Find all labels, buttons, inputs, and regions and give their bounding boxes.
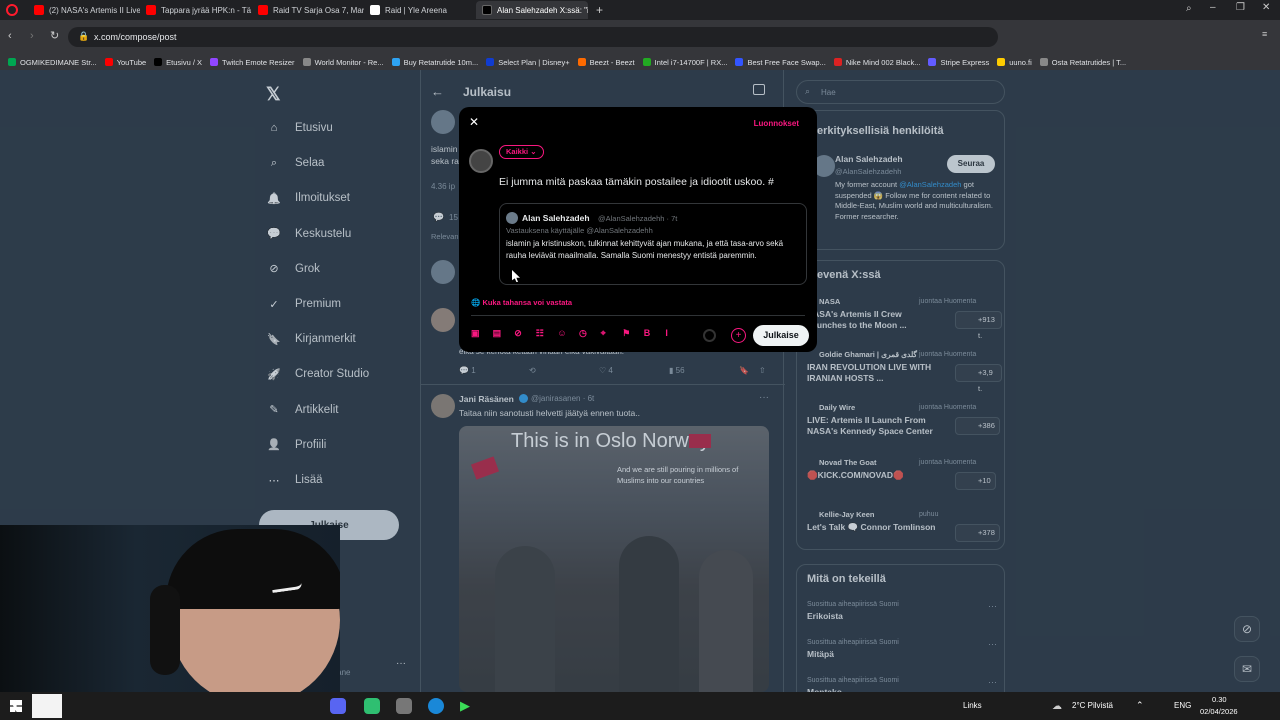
youtube-icon xyxy=(146,5,156,15)
bookmark-favicon-icon xyxy=(104,58,113,66)
webcam-headphones xyxy=(150,585,180,675)
bookmark-favicon-icon xyxy=(833,58,842,66)
back-icon[interactable]: ‹ xyxy=(8,30,12,42)
audience-selector[interactable]: Kaikki ⌄ xyxy=(499,145,544,159)
clock-time[interactable]: 0.30 xyxy=(1212,695,1227,704)
tab-3[interactable]: Raid | Yle Areena xyxy=(364,1,476,19)
reply-setting[interactable]: 🌐 Kuka tahansa voi vastata xyxy=(471,298,572,307)
language-indicator[interactable]: ENG xyxy=(1174,701,1191,710)
compose-modal: ✕ Luonnokset Kaikki ⌄ Ei jumma mitä pask… xyxy=(459,107,817,352)
submit-post-button[interactable]: Julkaise xyxy=(753,325,809,346)
forward-icon[interactable]: › xyxy=(30,30,34,42)
bookmark-item[interactable]: YouTube xyxy=(104,58,146,67)
bookmark-item[interactable]: OGMIKEDIMANE Str... xyxy=(8,58,97,67)
bookmark-item[interactable]: World Monitor - Re... xyxy=(302,58,384,67)
bookmark-favicon-icon xyxy=(642,58,651,66)
bookmark-favicon-icon xyxy=(154,58,163,66)
browser-search-icon[interactable]: ⌕ xyxy=(1186,3,1192,14)
weather-icon: ☁ xyxy=(1052,701,1062,712)
quoted-handle: @AlanSalehzadehh · 7t xyxy=(598,214,678,223)
bookmarks-bar: OGMIKEDIMANE Str... YouTube Etusivu / X Twi… xyxy=(0,54,1280,70)
app-icon[interactable] xyxy=(364,698,380,714)
url-input[interactable]: 🔒 x.com/compose/post xyxy=(68,27,998,47)
bookmark-item[interactable]: Stripe Express xyxy=(928,58,989,67)
x-logo-icon xyxy=(482,5,492,15)
reload-icon[interactable]: ↻ xyxy=(50,29,59,42)
youtube-icon xyxy=(34,5,44,15)
quoted-text: islamin ja kristinuskon, tulkinnat kehit… xyxy=(506,239,784,260)
windows-taskbar: ▶ Links ☁ 2°C Pilvistä ⌃ ENG 0.30 02/04/… xyxy=(0,692,1280,720)
char-progress-icon xyxy=(703,329,716,342)
bookmark-item[interactable]: Best Free Face Swap... xyxy=(735,58,826,67)
close-icon[interactable]: ✕ xyxy=(469,115,479,129)
app-icon[interactable] xyxy=(396,698,412,714)
youtube-icon xyxy=(258,5,268,15)
italic-icon[interactable]: I xyxy=(665,328,668,338)
bookmark-item[interactable]: Beezt - Beezt xyxy=(577,58,635,67)
webcam-overlay xyxy=(0,525,340,692)
drafts-button[interactable]: Luonnokset xyxy=(754,119,799,128)
links-toolbar[interactable]: Links xyxy=(963,701,982,710)
location-icon[interactable]: ⌖ xyxy=(601,328,606,339)
minimize-icon[interactable]: – xyxy=(1210,2,1216,13)
globe-icon: 🌐 xyxy=(471,298,481,307)
schedule-icon[interactable]: ◷ xyxy=(579,328,587,339)
bookmark-item[interactable]: Select Plan | Disney+ xyxy=(486,58,570,67)
bookmark-item[interactable]: Buy Retatrutide 10m... xyxy=(391,58,478,67)
new-tab-icon[interactable]: + xyxy=(596,3,603,17)
gif-icon[interactable]: ▤ xyxy=(493,328,502,339)
emoji-icon[interactable]: ☺ xyxy=(557,328,566,338)
bookmark-favicon-icon xyxy=(577,58,586,66)
bookmark-favicon-icon xyxy=(391,58,400,66)
divider xyxy=(471,315,805,316)
bookmark-favicon-icon xyxy=(1039,58,1048,66)
bookmark-favicon-icon xyxy=(997,58,1006,66)
clock-date[interactable]: 02/04/2026 xyxy=(1200,707,1238,716)
flag-icon[interactable]: ⚑ xyxy=(622,328,630,339)
avatar xyxy=(506,212,518,224)
chevron-down-icon: ⌄ xyxy=(530,147,537,156)
quoted-author: Alan Salehzadeh xyxy=(522,213,590,223)
discord-icon[interactable] xyxy=(330,698,346,714)
bookmark-item[interactable]: Nike Mind 002 Black... xyxy=(833,58,920,67)
bookmark-favicon-icon xyxy=(302,58,311,66)
quoted-post[interactable]: Alan Salehzadeh @AlanSalehzadehh · 7t Va… xyxy=(499,203,807,285)
bookmark-item[interactable]: Osta Retatrutides | T... xyxy=(1039,58,1126,67)
yle-icon xyxy=(370,5,380,15)
bookmark-favicon-icon xyxy=(928,58,937,66)
close-window-icon[interactable]: ✕ xyxy=(1262,2,1270,13)
bookmark-item[interactable]: Etusivu / X xyxy=(154,58,202,67)
taskbar-search-box[interactable] xyxy=(32,694,62,718)
compose-textarea[interactable]: Ei jumma mitä paskaa tämäkin postailee j… xyxy=(499,176,809,188)
settings-icon[interactable]: ≡ xyxy=(1262,29,1267,39)
opera-logo-icon[interactable] xyxy=(6,4,18,16)
bookmark-favicon-icon xyxy=(8,58,16,66)
bookmark-favicon-icon xyxy=(486,58,495,66)
tray-chevron-icon[interactable]: ⌃ xyxy=(1136,700,1144,711)
bold-icon[interactable]: B xyxy=(644,328,651,338)
tab-2[interactable]: Raid TV Sarja Osa 7, Marat xyxy=(252,1,364,19)
poll-icon[interactable]: ☷ xyxy=(536,328,544,339)
bookmark-item[interactable]: uuno.fi xyxy=(997,58,1032,67)
maximize-icon[interactable]: ❐ xyxy=(1236,2,1245,13)
avatar[interactable] xyxy=(469,149,493,173)
grok-icon[interactable]: ⊘ xyxy=(514,328,522,339)
image-icon[interactable]: ▣ xyxy=(471,328,480,339)
tab-0[interactable]: (2) NASA's Artemis II Live xyxy=(28,1,140,19)
bookmark-favicon-icon xyxy=(735,58,744,66)
browser-tab-bar: (2) NASA's Artemis II Live Tappara jyrää… xyxy=(0,0,1280,20)
windows-start-icon[interactable] xyxy=(10,700,22,712)
add-post-icon[interactable]: + xyxy=(731,328,746,343)
tab-1[interactable]: Tappara jyrää HPK:n - Tä xyxy=(140,1,252,19)
bookmark-favicon-icon xyxy=(210,58,219,66)
tab-4[interactable]: Alan Salehzadeh X:ssä: "isl xyxy=(476,1,588,19)
bookmark-item[interactable]: Intel i7-14700F | RX... xyxy=(642,58,727,67)
bookmark-item[interactable]: Twitch Emote Resizer xyxy=(210,58,295,67)
weather-text[interactable]: 2°C Pilvistä xyxy=(1072,701,1113,710)
quoted-reply-to: Vastauksena käyttäjälle @AlanSalehzadehh xyxy=(506,226,653,235)
streaming-app-icon[interactable]: ▶ xyxy=(460,698,476,714)
edge-icon[interactable] xyxy=(428,698,444,714)
lock-icon: 🔒 xyxy=(78,31,90,41)
